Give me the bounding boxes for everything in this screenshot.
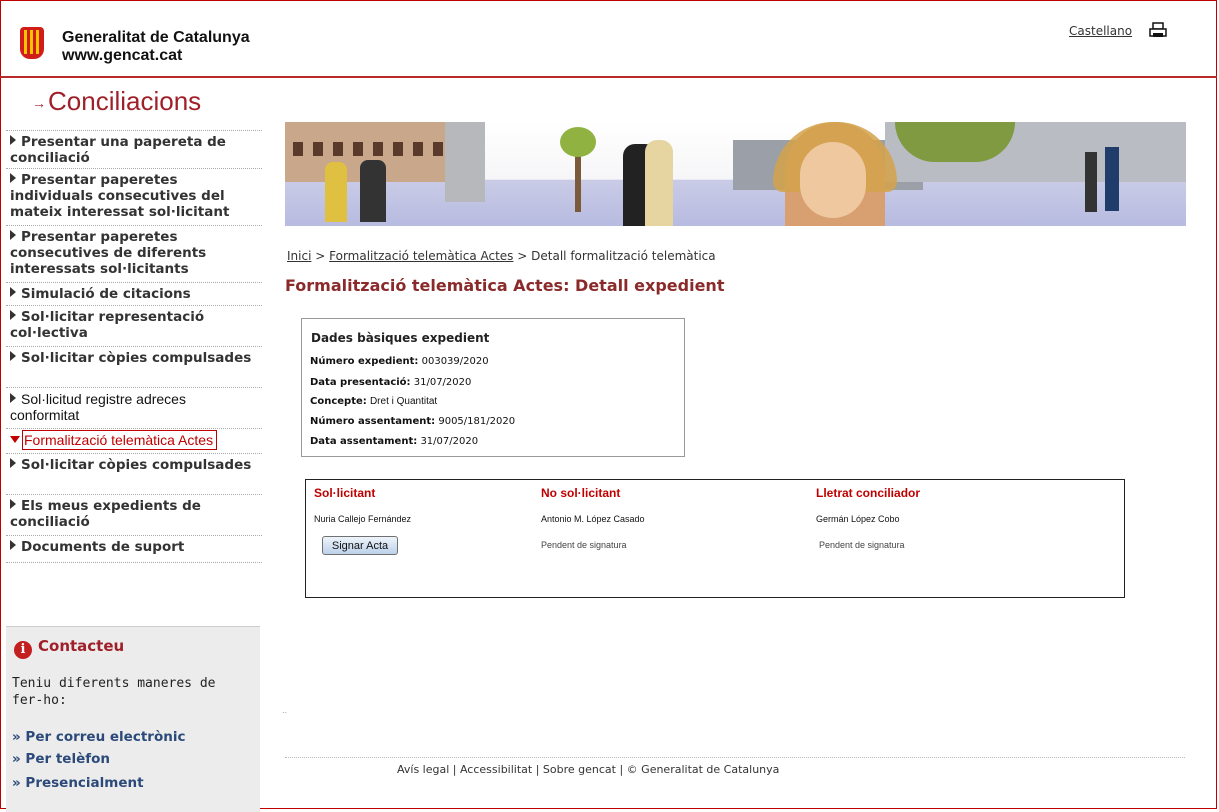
- triangle-right-icon: [10, 458, 16, 468]
- name-no-sollicitant: Antonio M. López Casado: [541, 514, 645, 524]
- breadcrumb-current: Detall formalització telemàtica: [531, 249, 716, 263]
- triangle-right-icon: [10, 540, 16, 550]
- field-numero-assentament: Número assentament: 9005/181/2020: [310, 416, 516, 427]
- sidebar-item-documents[interactable]: Documents de suport: [6, 535, 262, 563]
- breadcrumb-home-link[interactable]: Inici: [287, 249, 311, 263]
- sidebar-item-formalitzacio[interactable]: Formalització telemàtica Actes: [6, 428, 262, 453]
- header-sollicitant: Sol·licitant: [314, 486, 376, 500]
- status-no-sollicitant: Pendent de signatura: [541, 540, 627, 550]
- language-link[interactable]: Castellano: [1069, 24, 1132, 38]
- page-title: Formalització telemàtica Actes: Detall e…: [285, 276, 725, 295]
- contact-panel: i Contacteu Teniu diferents maneres de fe…: [6, 626, 260, 812]
- contact-link-in-person[interactable]: » Presencialment: [12, 775, 144, 791]
- field-concepte: Concepte: Dret i Quantitat: [310, 396, 438, 407]
- header-no-sollicitant: No sol·licitant: [541, 486, 621, 500]
- sign-act-button[interactable]: Signar Acta: [322, 536, 398, 555]
- sidebar-item-paperetes-diferents[interactable]: Presentar paperetes consecutives de dife…: [6, 225, 262, 282]
- triangle-right-icon: [10, 310, 16, 320]
- section-title: →Conciliacions: [32, 86, 202, 116]
- divider-dot: ..: [282, 706, 288, 715]
- triangle-right-icon: [10, 230, 16, 240]
- triangle-right-icon: [10, 499, 16, 509]
- triangle-down-icon: [10, 436, 20, 443]
- basic-data-title: Dades bàsiques expedient: [311, 331, 490, 345]
- header-lletrat: Lletrat conciliador: [816, 486, 921, 500]
- status-lletrat: Pendent de signatura: [819, 540, 905, 550]
- sidebar-item-copies-compulsades[interactable]: Sol·licitar còpies compulsades: [6, 346, 262, 387]
- contact-link-email[interactable]: » Per correu electrònic: [12, 729, 185, 745]
- breadcrumb-parent-link[interactable]: Formalització telemàtica Actes: [329, 249, 513, 263]
- sidebar-nav: Presentar una papereta de conciliació Pr…: [6, 130, 262, 563]
- contact-link-phone[interactable]: » Per telèfon: [12, 751, 110, 767]
- header-banner-image: [285, 122, 1186, 226]
- field-data-assentament: Data assentament: 31/07/2020: [310, 436, 479, 447]
- footer-divider: [285, 757, 1185, 758]
- name-sollicitant: Nuria Callejo Fernández: [314, 514, 412, 524]
- field-numero-expedient: Número expedient: 003039/2020: [310, 356, 489, 367]
- sidebar-item-copies-compulsades-2[interactable]: Sol·licitar còpies compulsades: [6, 453, 262, 494]
- contact-title: i Contacteu: [14, 637, 124, 659]
- triangle-right-icon: [10, 135, 16, 145]
- info-icon: i: [14, 641, 32, 659]
- triangle-right-icon: [10, 351, 16, 361]
- arrow-right-icon: →: [32, 95, 46, 112]
- org-name: Generalitat de Catalunya: [62, 29, 250, 46]
- name-lletrat: Germán López Cobo: [816, 514, 900, 524]
- printer-icon[interactable]: [1149, 22, 1167, 38]
- sidebar-item-presentar-papereta[interactable]: Presentar una papereta de conciliació: [6, 130, 262, 168]
- triangle-right-icon: [10, 287, 16, 297]
- basic-data-panel: Dades bàsiques expedient Número expedien…: [301, 318, 685, 457]
- sidebar-item-expedients[interactable]: Els meus expedients de conciliació: [6, 494, 262, 535]
- signatures-panel: Sol·licitant No sol·licitant Lletrat con…: [305, 479, 1125, 598]
- gencat-logo-icon[interactable]: [20, 27, 44, 59]
- sidebar-item-paperetes-individuals[interactable]: Presentar paperetes individuals consecut…: [6, 168, 262, 225]
- footer-links[interactable]: Avís legal | Accessibilitat | Sobre genc…: [397, 763, 779, 776]
- sidebar-item-representacio[interactable]: Sol·licitar representació col·lectiva: [6, 305, 262, 346]
- triangle-right-icon: [10, 173, 16, 183]
- breadcrumb: Inici > Formalització telemàtica Actes >…: [287, 249, 716, 263]
- sidebar-item-registre-adreces[interactable]: Sol·licitud registre adreces conformitat: [6, 387, 262, 428]
- field-data-presentacio: Data presentació: 31/07/2020: [310, 377, 472, 388]
- org-logo-text[interactable]: Generalitat de Catalunya www.gencat.cat: [62, 29, 250, 65]
- org-url: www.gencat.cat: [62, 47, 183, 64]
- contact-text: Teniu diferents maneres de fer-ho:: [12, 676, 216, 708]
- site-header: Generalitat de Catalunya www.gencat.cat …: [0, 0, 1217, 78]
- sidebar-item-simulacio[interactable]: Simulació de citacions: [6, 282, 262, 305]
- triangle-right-icon: [10, 393, 16, 403]
